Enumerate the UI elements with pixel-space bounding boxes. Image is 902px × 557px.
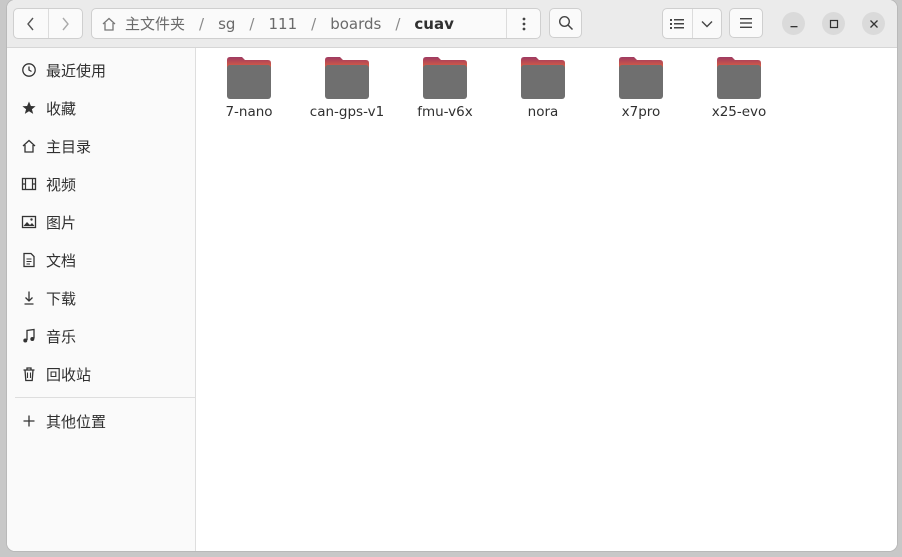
headerbar: 主文件夹 / sg / 111 / boards / cuav xyxy=(7,0,897,48)
chevron-right-icon xyxy=(62,17,70,30)
clock-icon xyxy=(20,61,38,79)
folder-item[interactable]: x7pro xyxy=(592,56,690,132)
view-switcher xyxy=(662,8,722,39)
forward-button[interactable] xyxy=(47,9,83,38)
folder-item[interactable]: nora xyxy=(494,56,592,132)
chevron-left-icon xyxy=(26,17,34,30)
sidebar-item-label: 下载 xyxy=(46,289,77,308)
sidebar-item-documents[interactable]: 文档 xyxy=(7,241,195,279)
sidebar-item-label: 图片 xyxy=(46,213,77,232)
breadcrumb-boards[interactable]: boards xyxy=(328,15,383,33)
sidebar: 最近使用 收藏 主目录 视频 图片 文档 下载 音乐 回收站 其他位置 xyxy=(7,48,196,551)
main-menu-button[interactable] xyxy=(729,8,763,38)
sidebar-item-label: 最近使用 xyxy=(46,61,107,80)
path-separator: / xyxy=(199,14,205,33)
view-options-button[interactable] xyxy=(691,9,722,38)
hamburger-menu-icon xyxy=(740,18,752,28)
home-icon xyxy=(92,16,117,32)
sidebar-item-label: 回收站 xyxy=(46,365,92,384)
sidebar-divider xyxy=(15,397,195,398)
sidebar-item-label: 音乐 xyxy=(46,327,77,346)
sidebar-item-pictures[interactable]: 图片 xyxy=(7,203,195,241)
path-separator: / xyxy=(395,14,401,33)
folder-icon xyxy=(227,57,271,99)
folder-name: fmu-v6x xyxy=(417,104,473,120)
file-view: 7-nano can-gps-v1 fmu-v6x nora x7pro x25… xyxy=(196,48,897,551)
sidebar-item-videos[interactable]: 视频 xyxy=(7,165,195,203)
path-menu-button[interactable] xyxy=(506,9,540,38)
folder-name: x25-evo xyxy=(711,104,767,120)
folder-item[interactable]: can-gps-v1 xyxy=(298,56,396,132)
music-icon xyxy=(20,327,38,345)
sidebar-item-home[interactable]: 主目录 xyxy=(7,127,195,165)
sidebar-item-recent[interactable]: 最近使用 xyxy=(7,51,195,89)
trash-icon xyxy=(20,365,38,383)
download-icon xyxy=(20,289,38,307)
sidebar-item-other-locations[interactable]: 其他位置 xyxy=(7,402,195,440)
sidebar-item-trash[interactable]: 回收站 xyxy=(7,355,195,393)
document-icon xyxy=(20,251,38,269)
search-icon xyxy=(558,15,573,31)
path-separator: / xyxy=(311,14,317,33)
maximize-icon xyxy=(829,19,838,28)
kebab-menu-icon xyxy=(522,17,525,30)
folder-item[interactable]: fmu-v6x xyxy=(396,56,494,132)
minimize-icon xyxy=(790,25,797,27)
breadcrumb-111[interactable]: 111 xyxy=(266,15,299,33)
image-icon xyxy=(20,213,38,231)
breadcrumb-home[interactable]: 主文件夹 xyxy=(123,13,187,34)
path-separator: / xyxy=(249,14,255,33)
sidebar-item-label: 主目录 xyxy=(46,137,92,156)
close-button[interactable] xyxy=(862,12,885,35)
folder-item[interactable]: x25-evo xyxy=(690,56,788,132)
maximize-button[interactable] xyxy=(822,12,845,35)
sidebar-item-label: 收藏 xyxy=(46,99,77,118)
plus-icon xyxy=(20,412,38,430)
folder-icon xyxy=(619,57,663,99)
list-view-button[interactable] xyxy=(663,9,692,38)
list-view-icon xyxy=(670,18,685,29)
minimize-button[interactable] xyxy=(782,12,805,35)
sidebar-item-label: 视频 xyxy=(46,175,77,194)
folder-name: 7-nano xyxy=(225,104,273,120)
file-manager-window: 主文件夹 / sg / 111 / boards / cuav 最近使用 收藏 … xyxy=(7,0,897,551)
back-button[interactable] xyxy=(14,9,48,38)
folder-icon xyxy=(423,57,467,99)
folder-name: can-gps-v1 xyxy=(309,104,385,120)
navigation-buttons xyxy=(13,8,83,39)
sidebar-item-starred[interactable]: 收藏 xyxy=(7,89,195,127)
sidebar-item-label: 文档 xyxy=(46,251,77,270)
home-icon xyxy=(20,137,38,155)
pathbar: 主文件夹 / sg / 111 / boards / cuav xyxy=(91,8,541,39)
sidebar-item-label: 其他位置 xyxy=(46,412,107,431)
folder-name: nora xyxy=(527,104,559,120)
chevron-down-icon xyxy=(701,20,713,27)
search-button[interactable] xyxy=(549,8,582,38)
breadcrumb-sg[interactable]: sg xyxy=(216,15,237,33)
breadcrumb-cuav[interactable]: cuav xyxy=(412,15,455,33)
film-icon xyxy=(20,175,38,193)
folder-name: x7pro xyxy=(621,104,661,120)
star-icon xyxy=(20,99,38,117)
sidebar-item-music[interactable]: 音乐 xyxy=(7,317,195,355)
folder-icon xyxy=(717,57,761,99)
folder-icon xyxy=(325,57,369,99)
folder-item[interactable]: 7-nano xyxy=(200,56,298,132)
folder-icon xyxy=(521,57,565,99)
close-icon xyxy=(869,19,878,28)
sidebar-item-downloads[interactable]: 下载 xyxy=(7,279,195,317)
